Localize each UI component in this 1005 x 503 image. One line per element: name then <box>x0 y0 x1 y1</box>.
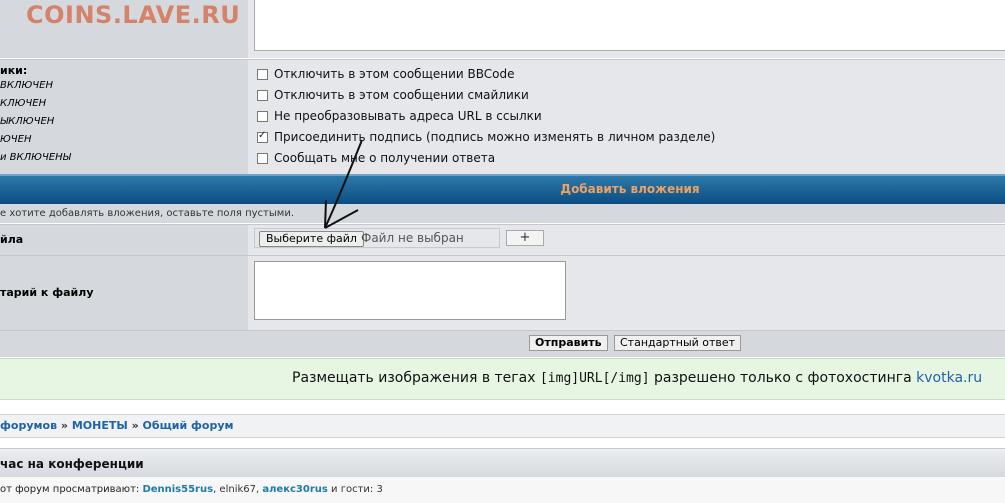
hand-drawn-arrow <box>324 139 363 229</box>
